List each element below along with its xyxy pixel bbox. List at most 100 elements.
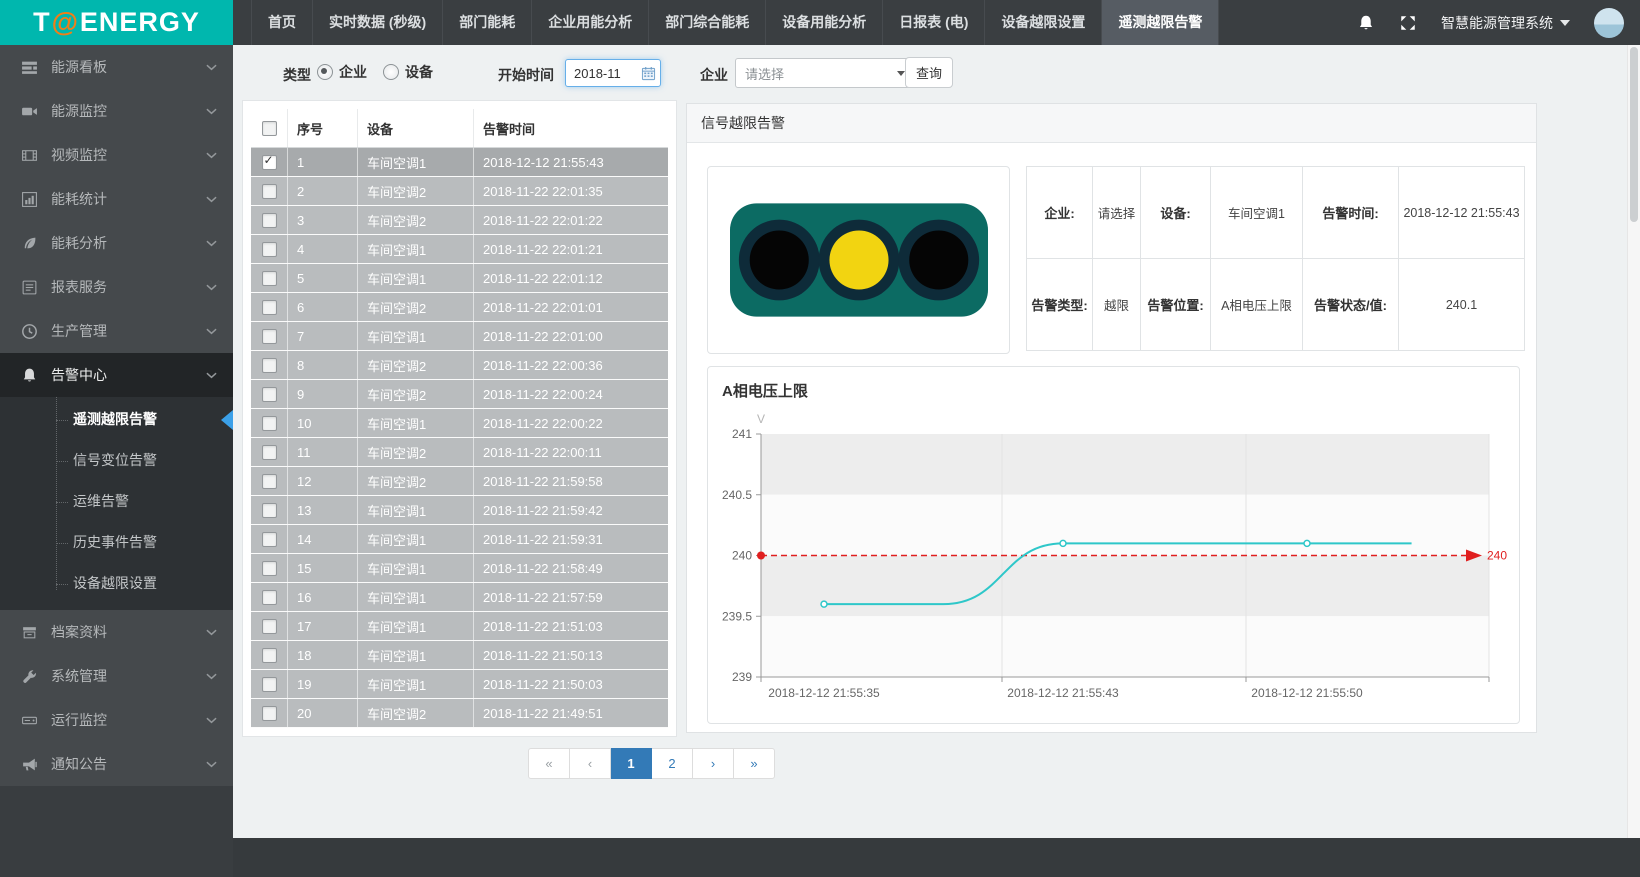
sidebar-menu: 能源看板能源监控视频监控能耗统计能耗分析报表服务生产管理告警中心遥测越限告警信号… (0, 45, 233, 786)
row-checkbox[interactable] (262, 619, 277, 634)
row-device: 车间空调1 (358, 612, 474, 640)
nav-item[interactable]: 设备用能分析 (766, 0, 883, 45)
row-checkbox[interactable] (262, 358, 277, 373)
row-checkbox[interactable] (262, 590, 277, 605)
sidebar-subitem[interactable]: 遥测越限告警 (0, 399, 233, 440)
nav-item[interactable]: 日报表 (电) (883, 0, 985, 45)
table-row[interactable]: 2车间空调22018-11-22 22:01:35 (251, 177, 668, 206)
nav-item[interactable]: 设备越限设置 (985, 0, 1102, 45)
row-checkbox[interactable] (262, 329, 277, 344)
fullscreen-icon[interactable] (1399, 14, 1417, 32)
select-all-checkbox[interactable] (262, 121, 277, 136)
radio-button[interactable] (317, 64, 333, 80)
sidebar-item[interactable]: 能耗统计 (0, 177, 233, 221)
nav-item[interactable]: 实时数据 (秒级) (313, 0, 443, 45)
chevron-down-icon (206, 196, 217, 203)
table-row[interactable]: 17车间空调12018-11-22 21:51:03 (251, 612, 668, 641)
row-checkbox[interactable] (262, 503, 277, 518)
row-checkbox[interactable] (262, 271, 277, 286)
table-row[interactable]: 18车间空调12018-11-22 21:50:13 (251, 641, 668, 670)
table-row[interactable]: 15车间空调12018-11-22 21:58:49 (251, 554, 668, 583)
vertical-scrollbar[interactable] (1627, 45, 1640, 838)
table-row[interactable]: 3车间空调22018-11-22 22:01:22 (251, 206, 668, 235)
sidebar-item[interactable]: 能源监控 (0, 89, 233, 133)
nav-item[interactable]: 遥测越限告警 (1102, 0, 1219, 45)
row-checkbox[interactable] (262, 300, 277, 315)
row-checkbox[interactable] (262, 416, 277, 431)
row-checkbox[interactable] (262, 387, 277, 402)
sidebar-item[interactable]: 告警中心 (0, 353, 233, 397)
sidebar-item[interactable]: 生产管理 (0, 309, 233, 353)
sidebar-item[interactable]: 能源看板 (0, 45, 233, 89)
table-row[interactable]: 11车间空调22018-11-22 22:00:11 (251, 438, 668, 467)
table-row[interactable]: 13车间空调12018-11-22 21:59:42 (251, 496, 668, 525)
table-row[interactable]: 6车间空调22018-11-22 22:01:01 (251, 293, 668, 322)
radio-button[interactable] (383, 64, 399, 80)
table-row[interactable]: 12车间空调22018-11-22 21:59:58 (251, 467, 668, 496)
table-row[interactable]: 19车间空调12018-11-22 21:50:03 (251, 670, 668, 699)
sidebar-item[interactable]: 报表服务 (0, 265, 233, 309)
enterprise-select[interactable]: 请选择 (735, 58, 915, 88)
search-button[interactable]: 查询 (905, 57, 953, 88)
row-checkbox-cell (251, 525, 288, 553)
sidebar-item[interactable]: 视频监控 (0, 133, 233, 177)
sidebar-subitem[interactable]: 历史事件告警 (0, 522, 233, 563)
row-no: 3 (288, 206, 358, 234)
row-checkbox[interactable] (262, 474, 277, 489)
table-row[interactable]: 7车间空调12018-11-22 22:01:00 (251, 322, 668, 351)
table-row[interactable]: 4车间空调12018-11-22 22:01:21 (251, 235, 668, 264)
sidebar-subitem[interactable]: 信号变位告警 (0, 440, 233, 481)
scrollbar-thumb[interactable] (1630, 47, 1638, 222)
start-time-input[interactable]: 2018-11 (565, 59, 661, 87)
page-button[interactable]: ‹ (570, 748, 611, 779)
type-radio-option[interactable]: 设备 (383, 62, 433, 82)
row-checkbox[interactable] (262, 706, 277, 721)
nav-item[interactable]: 首页 (251, 0, 313, 45)
table-row[interactable]: 10车间空调12018-11-22 22:00:22 (251, 409, 668, 438)
sidebar-subitem[interactable]: 运维告警 (0, 481, 233, 522)
page-button[interactable]: 2 (652, 748, 693, 779)
table-row[interactable]: 16车间空调12018-11-22 21:57:59 (251, 583, 668, 612)
row-checkbox[interactable] (262, 242, 277, 257)
bell-icon[interactable] (1357, 14, 1375, 32)
nav-item[interactable]: 部门能耗 (443, 0, 532, 45)
page-button[interactable]: « (528, 748, 570, 779)
sidebar-item-label: 能耗统计 (51, 189, 107, 209)
row-checkbox[interactable] (262, 155, 277, 170)
row-checkbox[interactable] (262, 445, 277, 460)
page-button[interactable]: 1 (611, 748, 652, 779)
row-checkbox[interactable] (262, 532, 277, 547)
row-checkbox-cell (251, 467, 288, 495)
calendar-icon[interactable] (641, 66, 656, 81)
row-checkbox[interactable] (262, 648, 277, 663)
table-row[interactable]: 9车间空调22018-11-22 22:00:24 (251, 380, 668, 409)
page-button[interactable]: » (734, 748, 775, 779)
system-name-menu[interactable]: 智慧能源管理系统 (1441, 13, 1570, 33)
table-row[interactable]: 14车间空调12018-11-22 21:59:31 (251, 525, 668, 554)
sidebar-item[interactable]: 运行监控 (0, 698, 233, 742)
sidebar-subitem[interactable]: 设备越限设置 (0, 563, 233, 604)
bar-chart-icon (21, 191, 38, 208)
row-checkbox[interactable] (262, 213, 277, 228)
row-time: 2018-11-22 22:00:22 (474, 409, 668, 437)
active-pointer-icon (221, 410, 233, 430)
sidebar-item[interactable]: 通知公告 (0, 742, 233, 786)
table-row[interactable]: 1车间空调12018-12-12 21:55:43 (251, 148, 668, 177)
table-row[interactable]: 5车间空调12018-11-22 22:01:12 (251, 264, 668, 293)
sidebar-item[interactable]: 档案资料 (0, 610, 233, 654)
user-avatar[interactable] (1594, 8, 1624, 38)
table-row[interactable]: 20车间空调22018-11-22 21:49:51 (251, 699, 668, 728)
row-checkbox[interactable] (262, 561, 277, 576)
nav-item[interactable]: 部门综合能耗 (649, 0, 766, 45)
column-header: 设备 (358, 109, 474, 147)
row-checkbox-cell (251, 177, 288, 205)
row-checkbox[interactable] (262, 677, 277, 692)
nav-item[interactable]: 企业用能分析 (532, 0, 649, 45)
sidebar-item[interactable]: 系统管理 (0, 654, 233, 698)
sidebar-item[interactable]: 能耗分析 (0, 221, 233, 265)
table-row[interactable]: 8车间空调22018-11-22 22:00:36 (251, 351, 668, 380)
type-radio-option[interactable]: 企业 (317, 62, 367, 82)
row-checkbox[interactable] (262, 184, 277, 199)
row-time: 2018-12-12 21:55:43 (474, 148, 668, 176)
page-button[interactable]: › (693, 748, 734, 779)
